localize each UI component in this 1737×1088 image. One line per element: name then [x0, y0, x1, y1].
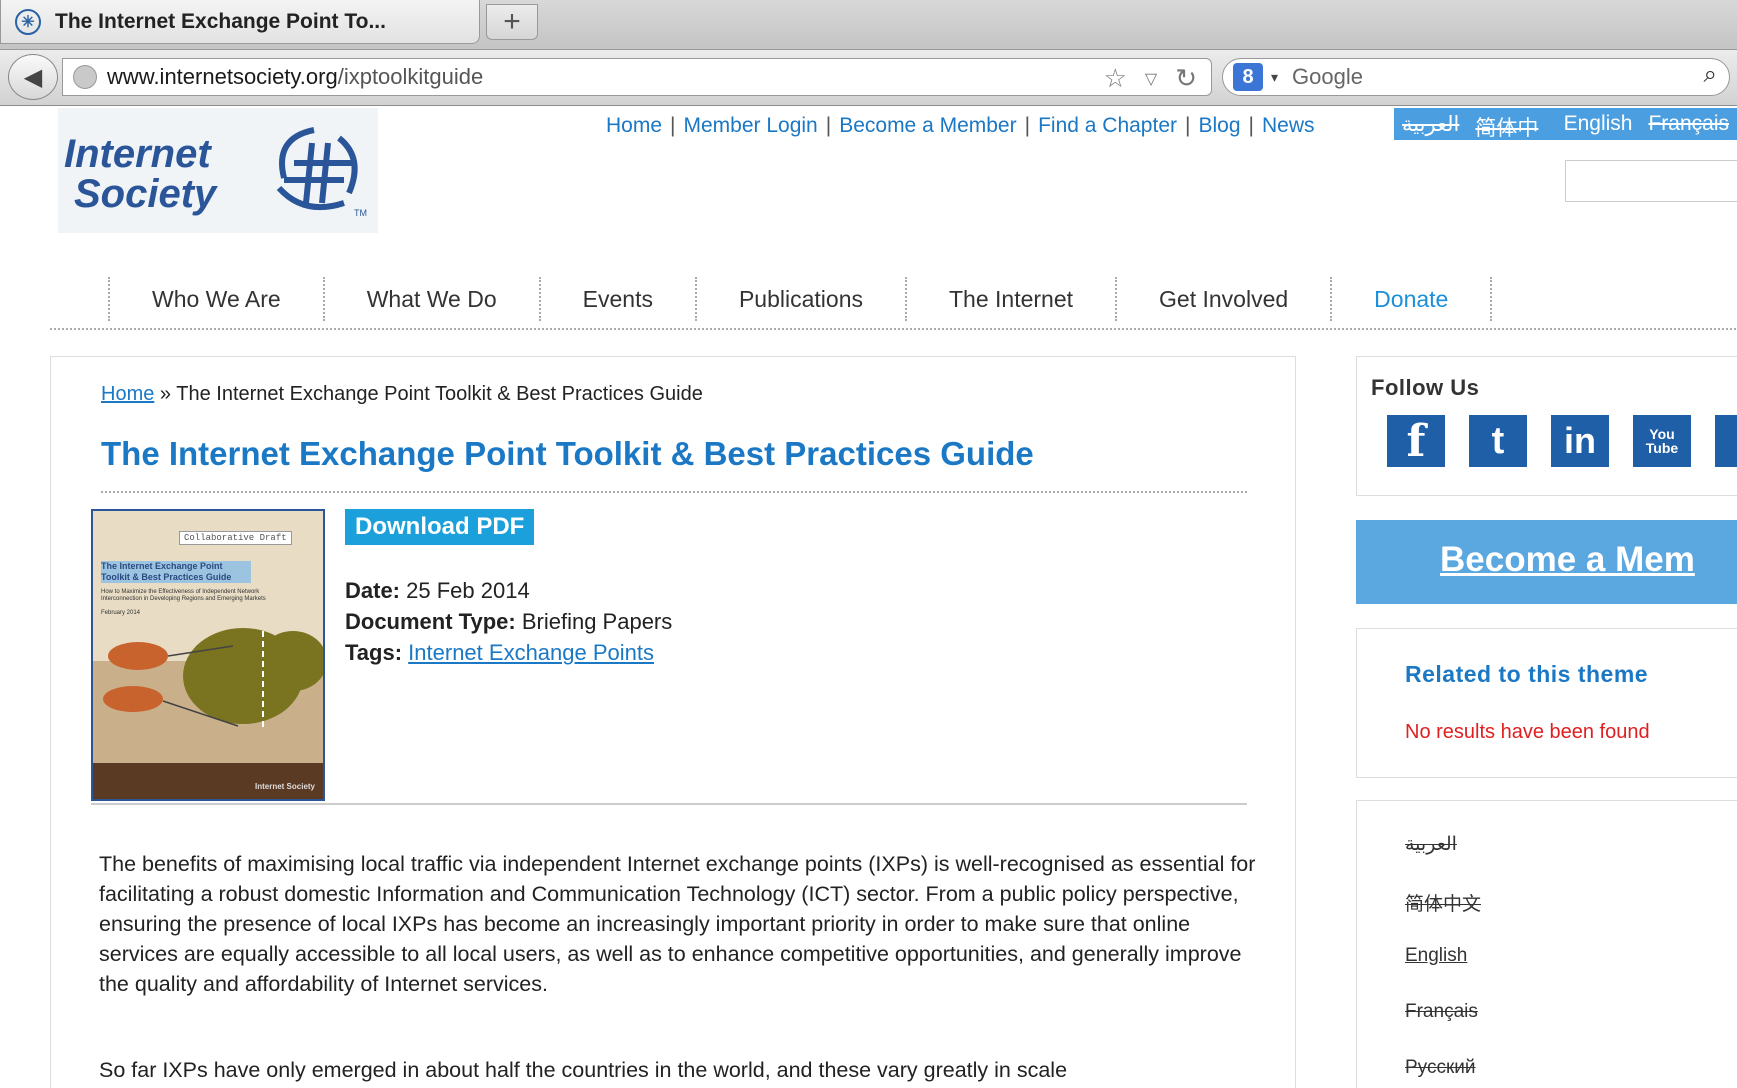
document-cover-image[interactable]: Collaborative Draft The Internet Exchang…	[91, 509, 325, 801]
follow-us-box: Follow Us f t in You Tube t	[1356, 356, 1737, 496]
related-empty-message: No results have been found	[1405, 721, 1650, 743]
facebook-icon[interactable]: f	[1387, 415, 1445, 467]
related-title: Related to this theme	[1405, 661, 1649, 687]
download-pdf-button[interactable]: Download PDF	[345, 509, 535, 545]
toplink-home[interactable]: Home	[606, 114, 662, 138]
nav-what-we-do[interactable]: What We Do	[322, 277, 539, 321]
breadcrumb-separator: »	[159, 383, 172, 405]
back-button[interactable]: ◀	[8, 54, 58, 100]
svg-text:TM: TM	[354, 208, 367, 218]
google-engine-icon[interactable]: 8	[1233, 63, 1263, 91]
url-text: www.internetsociety.org/ixptoolkitguide	[107, 64, 483, 90]
cover-cloud-illustration	[103, 628, 323, 731]
linkedin-icon[interactable]: in	[1551, 415, 1609, 467]
cover-draft-label: Collaborative Draft	[179, 531, 292, 545]
doctype-label: Document Type:	[345, 609, 516, 634]
related-box: Related to this theme No results have be…	[1356, 628, 1737, 778]
logo-line1: Internet	[64, 132, 211, 176]
meta-date: Date: 25 Feb 2014	[345, 575, 672, 606]
date-label: Date:	[345, 578, 401, 603]
page-title: The Internet Exchange Point Toolkit & Be…	[101, 435, 1034, 472]
search-icon[interactable]: ⌕	[1704, 61, 1717, 89]
browser-tab[interactable]: ✳ The Internet Exchange Point To...	[0, 0, 480, 44]
logo-line2: Society	[74, 172, 217, 216]
logo-wordmark: Internet Society	[64, 134, 216, 214]
top-links: Home | Member Login | Become a Member | Fin…	[606, 114, 1315, 138]
tab-title: The Internet Exchange Point To...	[55, 9, 386, 33]
breadcrumb-current: The Internet Exchange Point Toolkit & Be…	[176, 383, 703, 405]
new-tab-button[interactable]: +	[486, 4, 538, 40]
internet-society-logo[interactable]: Internet Society TM	[58, 108, 378, 233]
cover-subtitle: How to Maximize the Effectiveness of Ind…	[101, 589, 266, 616]
youtube-icon[interactable]: You Tube	[1633, 415, 1691, 467]
browser-tab-bar: ✳ The Internet Exchange Point To... +	[0, 0, 1737, 50]
article-panel: Home » The Internet Exchange Point Toolk…	[50, 356, 1296, 1088]
nav-events[interactable]: Events	[538, 277, 695, 321]
url-bar[interactable]: www.internetsociety.org/ixptoolkitguide …	[62, 58, 1212, 96]
sidebar-lang-chinese[interactable]: 简体中文	[1405, 889, 1481, 916]
back-arrow-icon: ◀	[23, 63, 43, 91]
meta-tags: Tags: Internet Exchange Points	[345, 637, 672, 668]
meta-doctype: Document Type: Briefing Papers	[345, 606, 672, 637]
sidebar-lang-french[interactable]: Français	[1405, 1001, 1478, 1023]
url-domain: www.internetsociety.org	[107, 64, 338, 89]
search-bar[interactable]: 8 ▾ Google ⌕	[1222, 58, 1730, 96]
nav-donate[interactable]: Donate	[1330, 277, 1493, 321]
lang-english[interactable]: English	[1564, 112, 1633, 136]
title-divider	[101, 491, 1247, 493]
lang-french[interactable]: Français	[1648, 112, 1729, 136]
engine-dropdown-icon[interactable]: ▾	[1271, 69, 1278, 86]
language-box: العربية 简体中文 English Français Русский	[1356, 800, 1737, 1088]
nav-publications[interactable]: Publications	[694, 277, 905, 321]
toplink-become-member[interactable]: Become a Member	[839, 114, 1016, 138]
toplink-news[interactable]: News	[1262, 114, 1315, 138]
become-member-label: Become a Mem	[1440, 540, 1695, 579]
cover-title: The Internet Exchange Point Toolkit & Be…	[101, 561, 251, 583]
more-social-icon[interactable]: t	[1715, 415, 1737, 467]
document-meta: Date: 25 Feb 2014 Document Type: Briefin…	[345, 575, 672, 668]
globe-icon	[73, 65, 97, 89]
url-tools: ☆ ▽ ↻	[1104, 63, 1197, 94]
sidebar-lang-russian[interactable]: Русский	[1405, 1057, 1476, 1079]
bookmark-star-icon[interactable]: ☆	[1104, 63, 1127, 94]
toplink-find-chapter[interactable]: Find a Chapter	[1038, 114, 1177, 138]
tags-label: Tags:	[345, 640, 403, 665]
isoc-globe-icon: TM	[276, 127, 367, 218]
search-placeholder: Google	[1292, 64, 1363, 89]
article-paragraph-1: The benefits of maximising local traffic…	[99, 852, 1256, 996]
cover-brand: Internet Society	[254, 782, 315, 791]
breadcrumb-home[interactable]: Home	[101, 383, 154, 405]
toplink-member-login[interactable]: Member Login	[684, 114, 818, 138]
date-value: 25 Feb 2014	[406, 578, 530, 603]
sidebar-lang-english[interactable]: English	[1405, 945, 1467, 967]
nav-who-we-are[interactable]: Who We Are	[108, 277, 323, 321]
meta-divider	[91, 803, 1247, 805]
nav-the-internet[interactable]: The Internet	[905, 277, 1115, 321]
nav-get-involved[interactable]: Get Involved	[1115, 277, 1330, 321]
lang-chinese[interactable]: 简体中文	[1475, 112, 1547, 170]
main-nav: Who We Are What We Do Events Publication…	[50, 270, 1737, 330]
reload-icon[interactable]: ↻	[1175, 63, 1197, 94]
article-paragraph-2: So far IXPs have only emerged in about h…	[99, 1058, 1068, 1082]
site-search-input[interactable]	[1565, 160, 1737, 202]
language-links: العربية 简体中文 English Français	[1394, 108, 1737, 170]
twitter-icon[interactable]: t	[1469, 415, 1527, 467]
cover-date: February 2014	[101, 610, 141, 616]
sidebar-lang-arabic[interactable]: العربية	[1405, 833, 1457, 856]
become-member-banner[interactable]: Become a Mem	[1356, 520, 1737, 604]
doctype-value: Briefing Papers	[521, 609, 673, 634]
lang-arabic[interactable]: العربية	[1402, 112, 1459, 136]
browser-nav-bar: ◀ www.internetsociety.org/ixptoolkitguid…	[0, 50, 1737, 106]
follow-us-title: Follow Us	[1371, 375, 1480, 400]
toplink-blog[interactable]: Blog	[1198, 114, 1240, 138]
breadcrumb: Home » The Internet Exchange Point Toolk…	[101, 383, 703, 406]
url-path: /ixptoolkitguide	[337, 64, 484, 89]
cover-footer	[93, 763, 323, 799]
isoc-favicon-icon: ✳	[15, 8, 41, 35]
history-dropdown-icon[interactable]: ▽	[1145, 69, 1157, 89]
tag-link-ixp[interactable]: Internet Exchange Points	[408, 640, 654, 665]
